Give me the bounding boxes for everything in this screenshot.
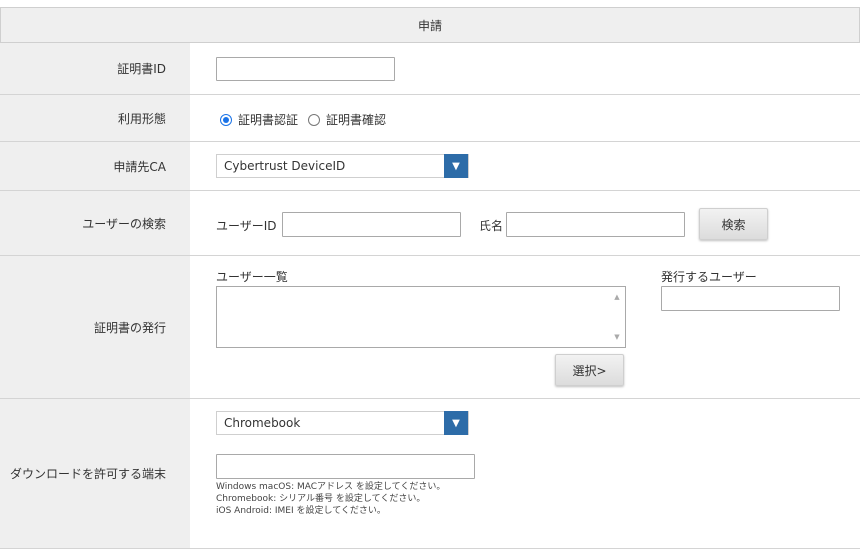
hint-ios-android: iOS Android: IMEI を設定してください。 bbox=[216, 506, 386, 516]
row-device: ダウンロードを許可する端末 Chromebook ▼ Windows macOS… bbox=[0, 399, 860, 549]
search-button[interactable]: 検索 bbox=[699, 208, 768, 240]
usage-radio-cert-check[interactable] bbox=[308, 113, 321, 126]
search-button-label: 検索 bbox=[721, 217, 746, 232]
usage-label: 利用形態 bbox=[0, 95, 190, 141]
hint-chromebook: Chromebook: シリアル番号 を設定してください。 bbox=[216, 494, 426, 504]
user-id-input[interactable] bbox=[282, 212, 461, 237]
usage-option-cert-auth: 証明書認証 bbox=[238, 113, 299, 127]
device-select-value: Chromebook bbox=[224, 416, 301, 430]
row-usage: 利用形態 証明書認証 証明書確認 bbox=[0, 95, 860, 142]
cert-id-input[interactable] bbox=[216, 57, 395, 81]
select-user-button[interactable]: 選択> bbox=[555, 354, 624, 386]
ca-select[interactable]: Cybertrust DeviceID ▼ bbox=[216, 154, 469, 178]
scroll-up-icon[interactable]: ▲ bbox=[614, 293, 619, 301]
device-identifier-input[interactable] bbox=[216, 454, 475, 479]
row-user-search: ユーザーの検索 ユーザーID 氏名 検索 bbox=[0, 191, 860, 256]
usage-radio-cert-auth[interactable] bbox=[220, 113, 232, 126]
chevron-down-icon[interactable]: ▼ bbox=[444, 154, 468, 178]
form-title: 申請 bbox=[417, 18, 442, 33]
user-list-label: ユーザー一覧 bbox=[216, 270, 288, 284]
user-id-label: ユーザーID bbox=[216, 219, 277, 233]
device-select[interactable]: Chromebook ▼ bbox=[216, 411, 469, 435]
name-label: 氏名 bbox=[479, 219, 504, 233]
issue-label: 証明書の発行 bbox=[0, 256, 190, 398]
issuing-user-input[interactable] bbox=[661, 286, 840, 311]
usage-option-cert-check: 証明書確認 bbox=[326, 113, 387, 127]
ca-select-value: Cybertrust DeviceID bbox=[224, 159, 346, 173]
user-list[interactable]: ▲ ▼ bbox=[216, 286, 626, 348]
device-hints: Windows macOS: MACアドレス を設定してください。 Chrome… bbox=[216, 481, 445, 517]
user-search-label: ユーザーの検索 bbox=[0, 191, 190, 255]
user-list-scrollbar[interactable]: ▲ ▼ bbox=[609, 287, 625, 347]
row-ca: 申請先CA Cybertrust DeviceID ▼ bbox=[0, 142, 860, 191]
row-cert-id: 証明書ID bbox=[0, 43, 860, 95]
issuing-user-label: 発行するユーザー bbox=[661, 270, 757, 284]
scroll-down-icon[interactable]: ▼ bbox=[614, 333, 619, 341]
select-user-button-label: 選択> bbox=[572, 363, 607, 378]
device-label: ダウンロードを許可する端末 bbox=[0, 399, 190, 548]
row-issue: 証明書の発行 ユーザー一覧 ▲ ▼ 発行するユーザー 選択> bbox=[0, 256, 860, 399]
ca-label: 申請先CA bbox=[0, 142, 190, 190]
application-form: 申請 証明書ID 利用形態 証明書認証 証明書確認 申請先CA Cybertru… bbox=[0, 0, 862, 560]
name-input[interactable] bbox=[506, 212, 685, 237]
cert-id-label: 証明書ID bbox=[0, 43, 190, 94]
chevron-down-icon[interactable]: ▼ bbox=[444, 411, 468, 435]
hint-windows-macos: Windows macOS: MACアドレス を設定してください。 bbox=[216, 482, 446, 492]
form-header: 申請 bbox=[0, 7, 860, 43]
